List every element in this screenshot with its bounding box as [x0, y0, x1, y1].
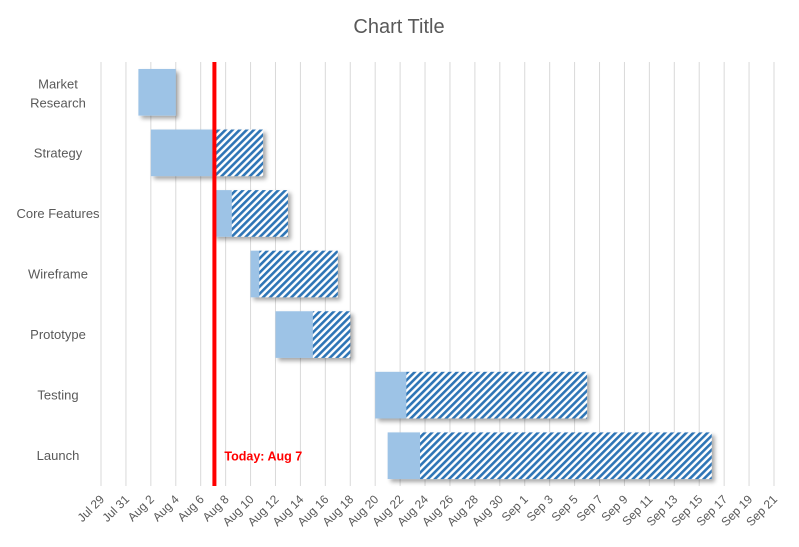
- category-label: Launch: [37, 448, 80, 463]
- x-tick-label: Jul 29: [75, 492, 108, 525]
- y-axis-category-labels: Market Research Strategy Core Features Wiref…: [16, 76, 100, 463]
- completed-bar: [275, 311, 313, 358]
- completed-bar: [387, 432, 421, 480]
- chart-title: Chart Title: [353, 16, 444, 38]
- remaining-bar: [406, 371, 588, 419]
- completed-bar: [150, 129, 214, 177]
- category-label: Prototype: [30, 327, 86, 342]
- x-tick-label: Jul 31: [99, 492, 132, 525]
- category-label: Strategy: [34, 145, 83, 160]
- category-label: Testing: [37, 388, 78, 403]
- category-label-line: Research: [30, 95, 86, 110]
- x-tick-label: Sep 7: [574, 492, 606, 524]
- remaining-bar: [259, 250, 338, 298]
- x-tick-label: Aug 6: [175, 492, 207, 524]
- today-label: Today: Aug 7: [224, 450, 302, 464]
- x-tick-label: Sep 1: [499, 492, 531, 524]
- x-tick-label: Sep 3: [524, 492, 556, 524]
- category-label: Wireframe: [28, 267, 88, 282]
- gantt-chart: Chart Title Jul 29Jul 31Aug 2Aug 4Aug 6A…: [16, 16, 781, 529]
- x-tick-label: Aug 4: [150, 492, 182, 524]
- task-bar-group: [375, 371, 588, 419]
- task-bar-group: [275, 311, 351, 358]
- remaining-bar: [420, 432, 712, 480]
- completed-bar: [138, 68, 176, 116]
- task-bar-group: [213, 190, 288, 237]
- x-tick-label: Sep 5: [549, 492, 581, 524]
- x-tick-label: Aug 2: [125, 492, 157, 524]
- remaining-bar: [231, 190, 288, 237]
- x-axis-tick-labels: Jul 29Jul 31Aug 2Aug 4Aug 6Aug 8Aug 10Au…: [75, 492, 781, 529]
- task-bar-group: [150, 129, 264, 177]
- gridlines: [100, 62, 775, 486]
- task-bar-group: [250, 250, 338, 298]
- task-bar-group: [138, 68, 176, 116]
- category-label: Core Features: [16, 206, 100, 221]
- completed-bar: [375, 371, 407, 419]
- remaining-bar: [213, 129, 264, 177]
- category-label: Market Research: [30, 76, 86, 110]
- completed-bar: [250, 250, 260, 298]
- task-bar-group: [387, 432, 712, 480]
- remaining-bar: [312, 311, 351, 358]
- category-label-line: Market: [38, 76, 78, 91]
